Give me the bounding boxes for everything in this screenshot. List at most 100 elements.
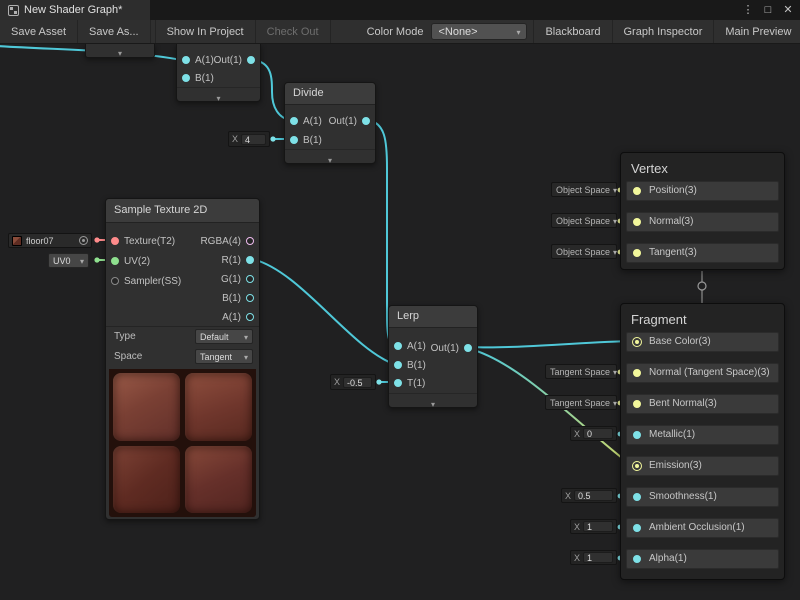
node-math[interactable]: A(1) B(1) Out(1): [176, 44, 261, 102]
port-ambient-occlusion[interactable]: [633, 524, 641, 532]
node-title: Sample Texture 2D: [106, 199, 259, 223]
alpha-default-field[interactable]: X 1: [570, 550, 617, 565]
node-divide[interactable]: Divide A(1) B(1) Out(1): [284, 82, 376, 164]
lerp-t-default-field[interactable]: X -0.5: [330, 374, 376, 390]
port-metallic[interactable]: [633, 431, 641, 439]
blackboard-toggle[interactable]: Blackboard: [533, 20, 612, 43]
row-label: Normal (Tangent Space)(3): [649, 367, 770, 378]
vertex-row-position[interactable]: Position(3): [626, 181, 779, 201]
port-uv[interactable]: [111, 257, 119, 265]
port-label: A(1): [303, 116, 322, 127]
color-mode-dropdown[interactable]: <None>: [431, 23, 527, 40]
fragment-row-emission[interactable]: Emission(3): [626, 456, 779, 476]
chevron-down-icon: [613, 216, 617, 226]
chevron-down-icon[interactable]: [389, 393, 477, 407]
node-collapsed[interactable]: [85, 44, 155, 58]
fragment-row-ambient-occlusion[interactable]: Ambient Occlusion(1): [626, 518, 779, 538]
port-out[interactable]: [362, 117, 370, 125]
badge-label: Object Space: [556, 247, 610, 257]
port-out[interactable]: [247, 56, 255, 64]
field-value[interactable]: 0: [583, 428, 613, 439]
port-a[interactable]: [394, 342, 402, 350]
fragment-block[interactable]: Fragment Base Color(3) Normal (Tangent S…: [620, 303, 785, 580]
port-a[interactable]: [182, 56, 190, 64]
edge-r-to-lerp-b[interactable]: [252, 259, 394, 364]
port-position[interactable]: [633, 187, 641, 195]
fragment-row-alpha[interactable]: Alpha(1): [626, 549, 779, 569]
port-base-color[interactable]: [632, 337, 642, 347]
vertex-block[interactable]: Vertex Position(3) Normal(3) Tangent(3): [620, 152, 785, 270]
port-label: Out(1): [329, 116, 357, 127]
field-value[interactable]: 0.5: [574, 490, 613, 501]
port-label: B(1): [195, 73, 214, 84]
field-value[interactable]: 4: [241, 134, 266, 145]
space-label: Space: [114, 351, 142, 362]
texture-object-field[interactable]: floor07: [8, 233, 92, 248]
smoothness-default-field[interactable]: X 0.5: [561, 488, 617, 503]
row-label: Base Color(3): [649, 336, 711, 347]
save-as-button[interactable]: Save As...: [78, 20, 151, 43]
show-in-project-button[interactable]: Show In Project: [155, 20, 256, 43]
fragment-row-bent-normal[interactable]: Bent Normal(3): [626, 394, 779, 414]
chevron-down-icon: [244, 332, 248, 342]
window-tab[interactable]: New Shader Graph*: [0, 0, 150, 20]
type-dropdown[interactable]: Default: [195, 329, 253, 344]
node-sample-texture-2d[interactable]: Sample Texture 2D Texture(T2) UV(2) Samp…: [105, 198, 260, 520]
port-a[interactable]: [246, 313, 254, 321]
badge-label: Tangent Space: [550, 398, 610, 408]
port-out[interactable]: [464, 344, 472, 352]
main-preview-toggle[interactable]: Main Preview: [714, 20, 800, 43]
port-r[interactable]: [246, 256, 254, 264]
port-rgba[interactable]: [246, 237, 254, 245]
port-bent-normal[interactable]: [633, 400, 641, 408]
fragment-row-smoothness[interactable]: Smoothness(1): [626, 487, 779, 507]
vertex-row-tangent[interactable]: Tangent(3): [626, 243, 779, 263]
port-smoothness[interactable]: [633, 493, 641, 501]
port-b[interactable]: [182, 74, 190, 82]
port-b[interactable]: [290, 136, 298, 144]
divide-b-default-field[interactable]: X 4: [228, 131, 270, 147]
close-icon[interactable]: ✕: [780, 2, 796, 18]
port-b[interactable]: [246, 294, 254, 302]
bent-normal-space-dropdown[interactable]: Tangent Space: [545, 395, 617, 410]
save-asset-button[interactable]: Save Asset: [0, 20, 78, 43]
fragment-row-metallic[interactable]: Metallic(1): [626, 425, 779, 445]
object-picker-icon[interactable]: [79, 236, 88, 245]
port-normal-ts[interactable]: [633, 369, 641, 377]
chevron-down-icon[interactable]: [86, 43, 154, 57]
position-space-dropdown[interactable]: Object Space: [551, 182, 617, 197]
metallic-default-field[interactable]: X 0: [570, 426, 617, 441]
ambient-occlusion-default-field[interactable]: X 1: [570, 519, 617, 534]
space-dropdown[interactable]: Tangent: [195, 349, 253, 364]
graph-inspector-toggle[interactable]: Graph Inspector: [613, 20, 715, 43]
vertex-row-normal[interactable]: Normal(3): [626, 212, 779, 232]
fragment-row-normal-ts[interactable]: Normal (Tangent Space)(3): [626, 363, 779, 383]
port-normal[interactable]: [633, 218, 641, 226]
field-value[interactable]: -0.5: [343, 377, 372, 388]
stack-link-handle[interactable]: [698, 282, 706, 290]
port-texture[interactable]: [111, 237, 119, 245]
port-t[interactable]: [394, 379, 402, 387]
edge-lerp-to-basecolor[interactable]: [470, 341, 631, 347]
check-out-button: Check Out: [256, 20, 331, 43]
normal-ts-space-dropdown[interactable]: Tangent Space: [545, 364, 617, 379]
port-label: Sampler(SS): [124, 276, 181, 287]
chevron-down-icon[interactable]: [285, 149, 375, 163]
window-menu-icon[interactable]: ⋮: [740, 2, 756, 18]
field-value[interactable]: 1: [583, 521, 613, 532]
port-alpha[interactable]: [633, 555, 641, 563]
uv-channel-dropdown[interactable]: UV0: [48, 253, 89, 268]
port-b[interactable]: [394, 361, 402, 369]
port-emission[interactable]: [632, 461, 642, 471]
port-sampler[interactable]: [111, 277, 119, 285]
chevron-down-icon[interactable]: [177, 87, 260, 101]
node-lerp[interactable]: Lerp A(1) B(1) T(1) Out(1): [388, 305, 478, 408]
tangent-space-dropdown[interactable]: Object Space: [551, 244, 617, 259]
normal-space-dropdown[interactable]: Object Space: [551, 213, 617, 228]
port-a[interactable]: [290, 117, 298, 125]
maximize-icon[interactable]: □: [760, 2, 776, 18]
port-g[interactable]: [246, 275, 254, 283]
port-tangent[interactable]: [633, 249, 641, 257]
field-value[interactable]: 1: [583, 552, 613, 563]
fragment-row-base-color[interactable]: Base Color(3): [626, 332, 779, 352]
